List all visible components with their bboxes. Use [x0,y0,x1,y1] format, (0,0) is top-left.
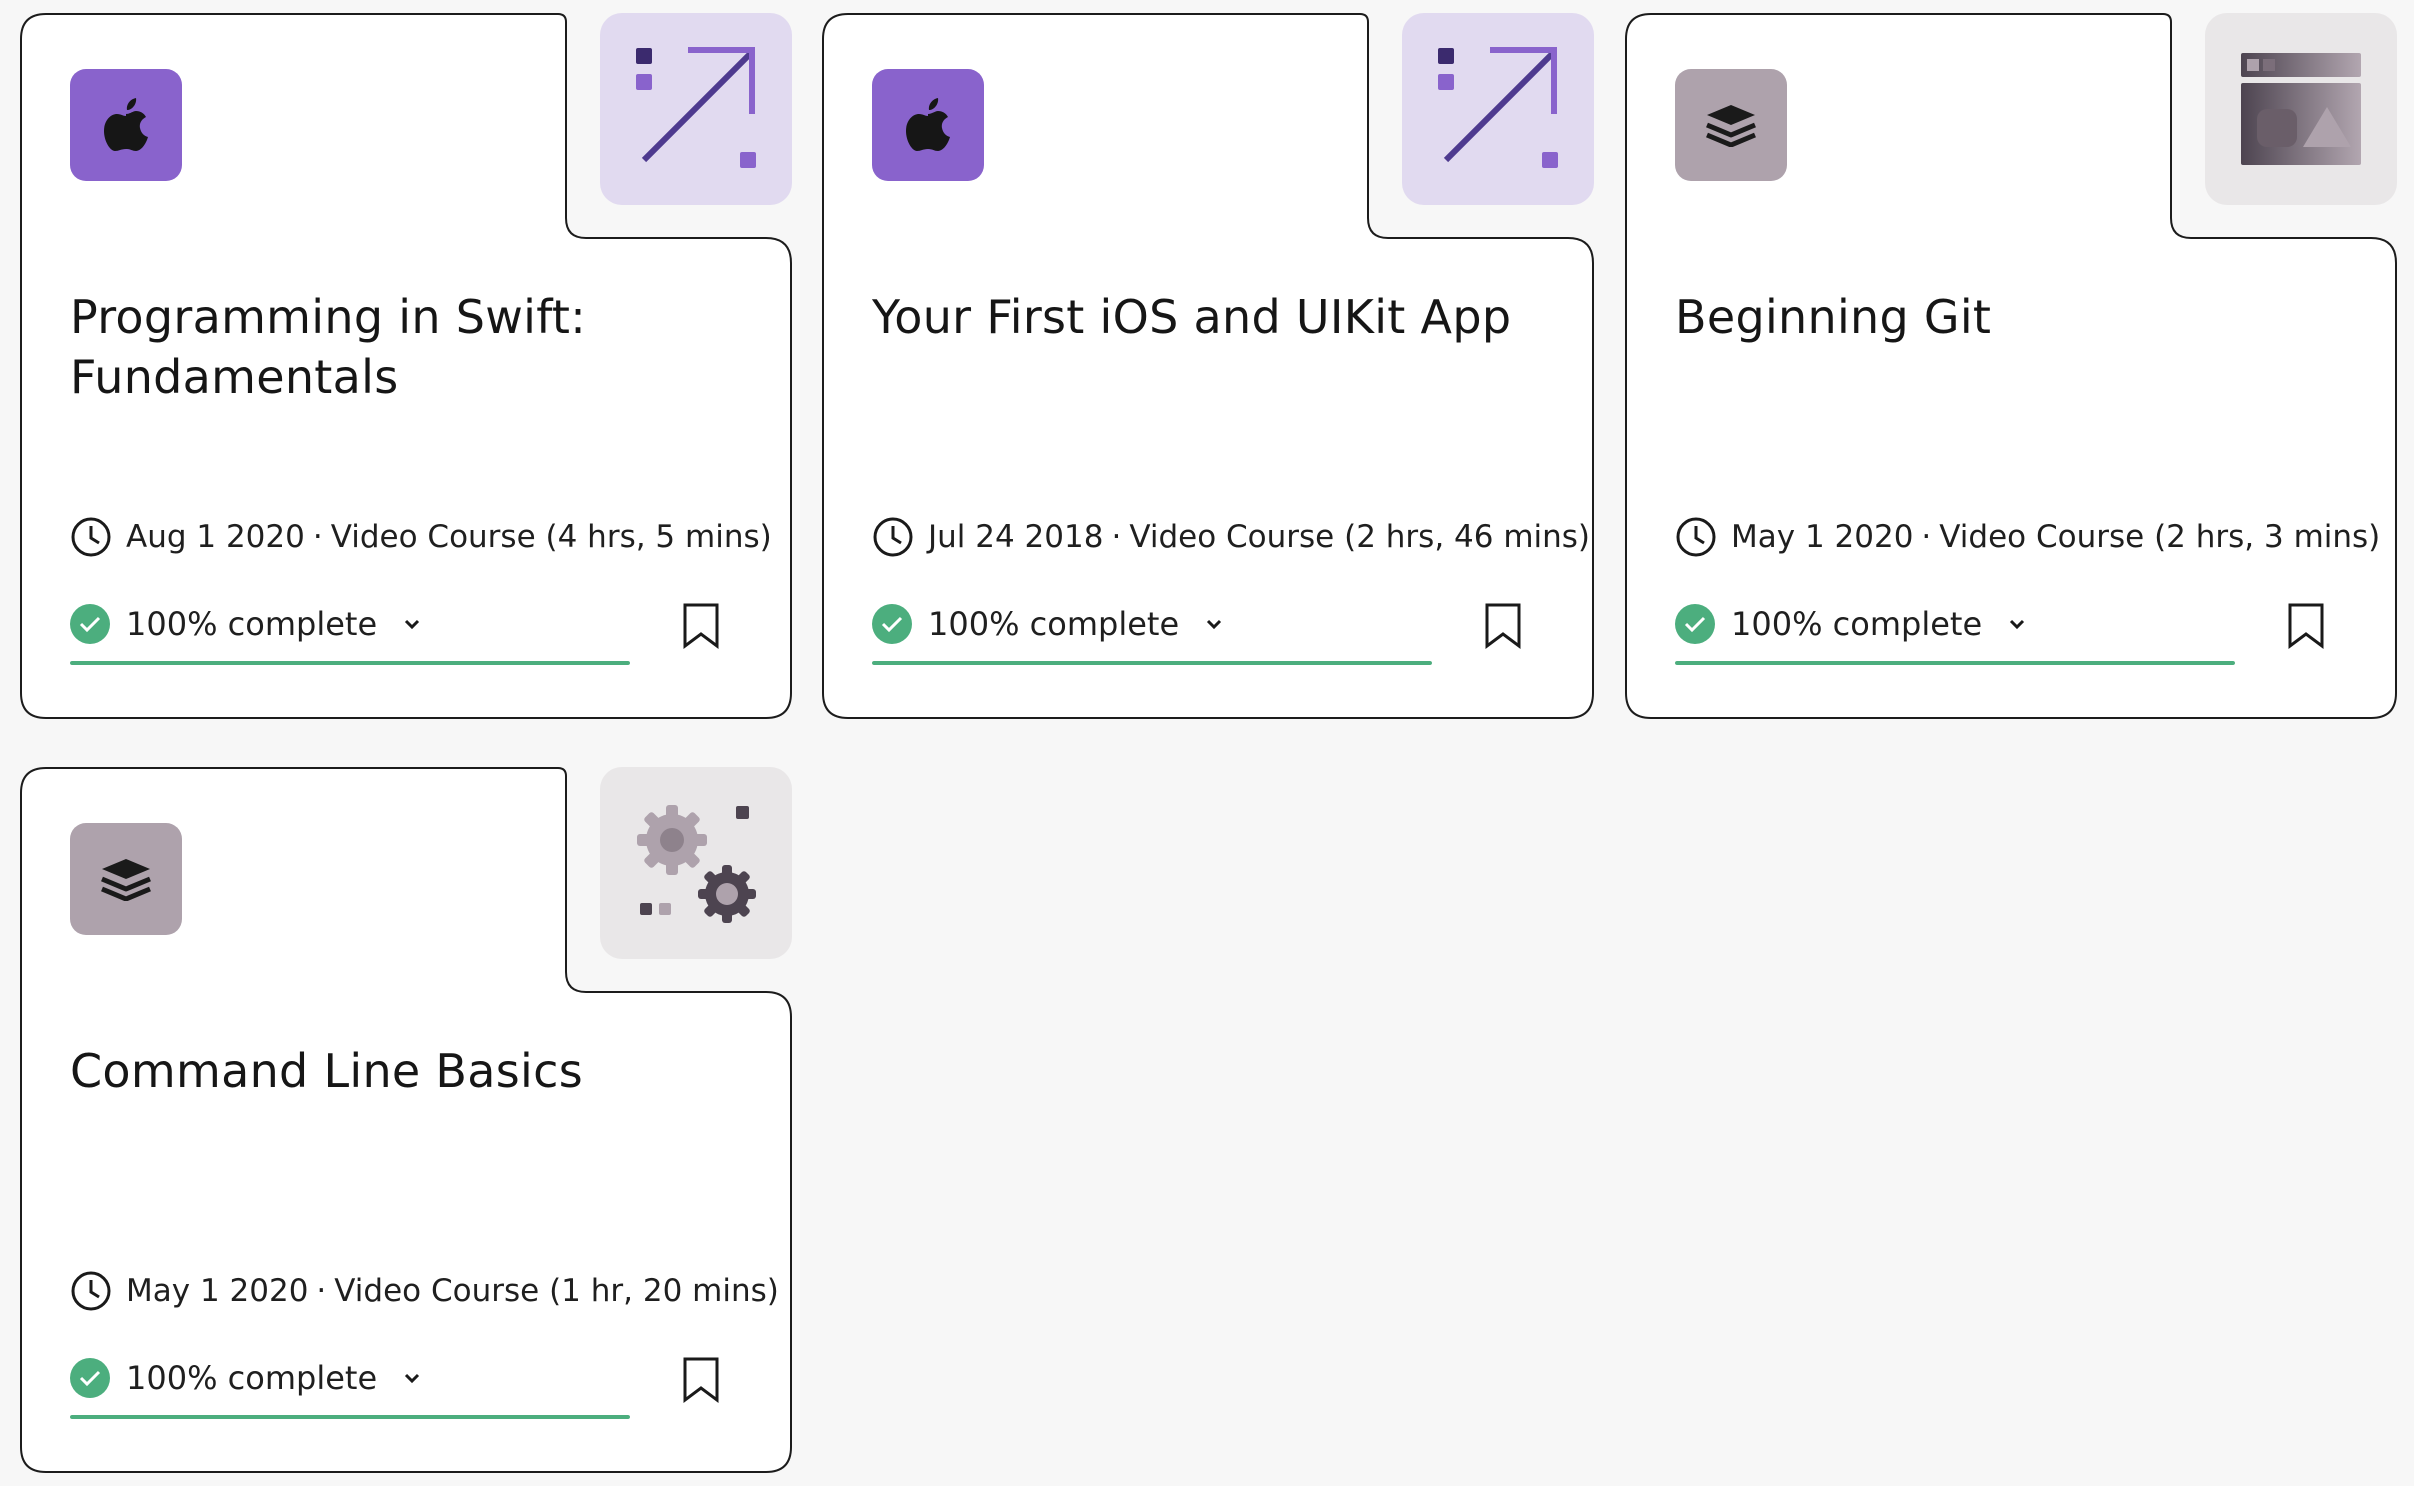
course-thumbnail [2205,13,2397,205]
course-thumbnail [1402,13,1594,205]
course-type: Video Course (2 hrs, 46 mins) [1129,519,1591,555]
check-circle-icon [70,1358,110,1398]
course-card[interactable]: Command Line Basics May 1 2020 · Video C… [20,767,792,1473]
chevron-down-icon[interactable] [401,1367,423,1389]
bookmark-button[interactable] [2285,601,2327,651]
progress-bar-fill [70,1415,630,1419]
bookmark-icon [683,603,719,649]
arrow-up-right-icon [1438,47,1558,168]
apple-icon [104,98,148,151]
progress-bar [1675,661,2235,665]
check-circle-icon [1675,604,1715,644]
course-title[interactable]: Programming in Swift: Fundamentals [70,287,730,407]
release-date: May 1 2020 [1731,519,1914,555]
meta-separator: · [1921,519,1932,555]
bookmark-icon [1485,603,1521,649]
platform-badge [70,823,182,935]
course-meta: Jul 24 2018 · Video Course (2 hrs, 46 mi… [872,515,1590,559]
browser-window-icon [2241,53,2361,165]
progress-label: 100% complete [126,1359,378,1397]
course-type: Video Course (2 hrs, 3 mins) [1939,519,2381,555]
course-card[interactable]: Your First iOS and UIKit App Jul 24 2018… [822,13,1594,719]
progress-label: 100% complete [928,605,1180,643]
course-thumbnail [600,767,792,959]
progress-label: 100% complete [126,605,378,643]
progress-dropdown[interactable]: 100% complete [70,1355,630,1401]
clock-icon [873,517,913,557]
gears-icon [637,805,756,923]
clock-icon [1676,517,1716,557]
bookmark-button[interactable] [680,601,722,651]
release-date: Jul 24 2018 [928,519,1104,555]
meta-separator: · [1111,519,1122,555]
progress-dropdown[interactable]: 100% complete [872,601,1432,647]
chevron-down-icon[interactable] [1203,613,1225,635]
check-circle-icon [70,604,110,644]
bookmark-button[interactable] [1482,601,1524,651]
course-title[interactable]: Beginning Git [1675,287,2335,347]
bookmark-icon [2288,603,2324,649]
progress-dropdown[interactable]: 100% complete [70,601,630,647]
platform-badge [70,69,182,181]
clock-icon [71,1271,111,1311]
course-card[interactable]: Beginning Git May 1 2020 · Video Course … [1625,13,2397,719]
course-card[interactable]: Programming in Swift: Fundamentals Aug 1… [20,13,792,719]
meta-separator: · [312,519,323,555]
course-meta: Aug 1 2020 · Video Course (4 hrs, 5 mins… [70,515,772,559]
course-thumbnail [600,13,792,205]
course-title[interactable]: Your First iOS and UIKit App [872,287,1532,347]
platform-badge [872,69,984,181]
release-date: May 1 2020 [126,1273,309,1309]
progress-bar-fill [872,661,1432,665]
layers-icon [1706,105,1756,147]
bookmark-button[interactable] [680,1355,722,1405]
chevron-down-icon[interactable] [401,613,423,635]
progress-bar-fill [70,661,630,665]
course-meta: May 1 2020 · Video Course (1 hr, 20 mins… [70,1269,779,1313]
layers-icon [101,859,151,901]
progress-label: 100% complete [1731,605,1983,643]
arrow-up-right-icon [636,47,756,168]
progress-bar-fill [1675,661,2235,665]
apple-icon [906,98,950,151]
release-date: Aug 1 2020 [126,519,305,555]
course-type: Video Course (1 hr, 20 mins) [334,1273,779,1309]
progress-bar [70,661,630,665]
check-circle-icon [872,604,912,644]
progress-bar [872,661,1432,665]
platform-badge [1675,69,1787,181]
chevron-down-icon[interactable] [2006,613,2028,635]
meta-separator: · [316,1273,327,1309]
course-type: Video Course (4 hrs, 5 mins) [330,519,772,555]
clock-icon [71,517,111,557]
progress-bar [70,1415,630,1419]
course-title[interactable]: Command Line Basics [70,1041,730,1101]
progress-dropdown[interactable]: 100% complete [1675,601,2235,647]
bookmark-icon [683,1357,719,1403]
course-grid: Programming in Swift: Fundamentals Aug 1… [0,0,2414,1486]
course-meta: May 1 2020 · Video Course (2 hrs, 3 mins… [1675,515,2380,559]
